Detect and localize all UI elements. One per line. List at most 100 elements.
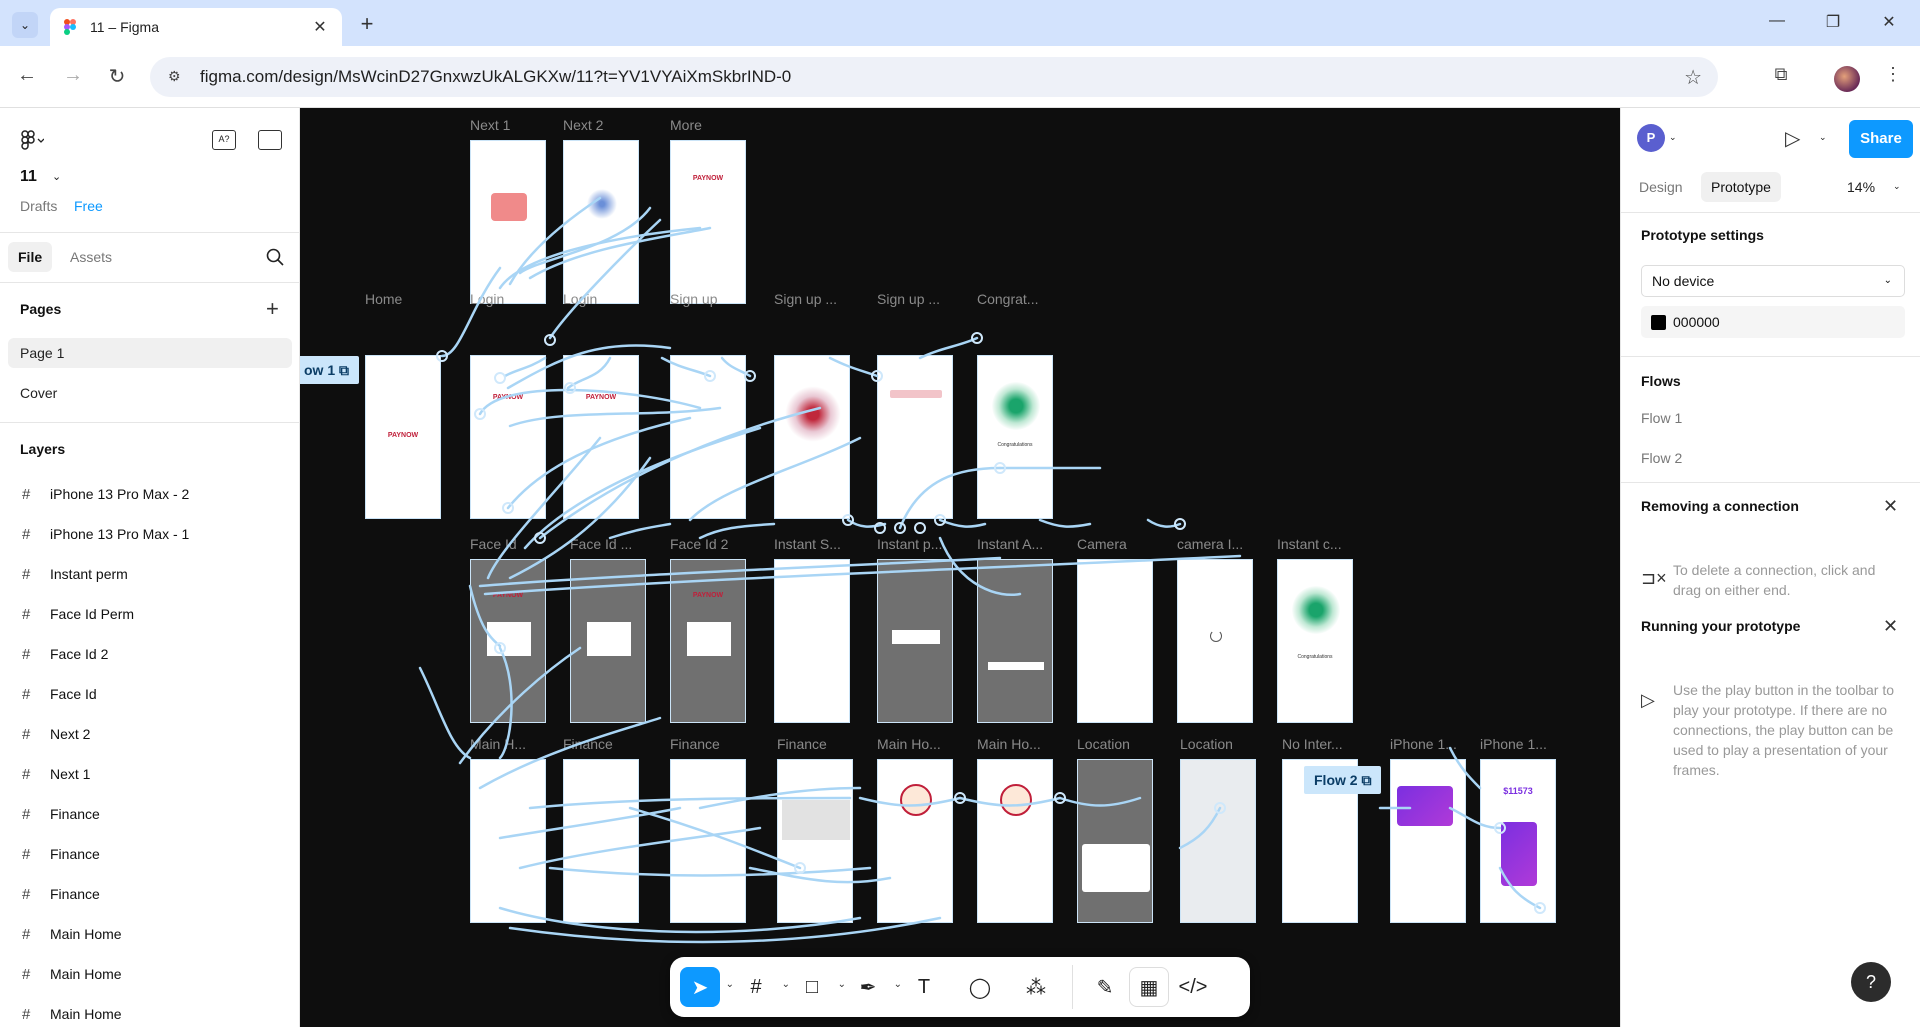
frame-label[interactable]: Location [1077, 736, 1130, 752]
layer-item[interactable]: # Next 2 [0, 714, 300, 754]
background-color-field[interactable]: 000000 [1641, 306, 1905, 338]
frame-iphone-2[interactable]: $11573 [1480, 759, 1556, 923]
layer-item[interactable]: # Finance [0, 794, 300, 834]
shape-tool-button[interactable]: □ ⌄ [792, 967, 846, 1007]
actions-button[interactable]: ⁂ [1016, 967, 1056, 1007]
tab-close-icon[interactable]: ✕ [310, 17, 330, 37]
tab-design[interactable]: Design [1629, 172, 1693, 202]
frame-face-id-perm[interactable] [570, 559, 646, 723]
layer-item[interactable]: # Finance [0, 874, 300, 914]
layer-item[interactable]: # Face Id 2 [0, 634, 300, 674]
frame-label[interactable]: Main H... [470, 736, 526, 752]
forward-icon[interactable]: → [58, 64, 88, 87]
comment-tool-button[interactable]: ◯ [960, 967, 1000, 1007]
browser-menu-icon[interactable]: ⋮ [1880, 64, 1906, 85]
frame-next-2[interactable] [563, 140, 639, 304]
flow-2-starting-point[interactable]: Flow 2 ⧉ [1304, 766, 1382, 794]
play-flow-icon[interactable]: ⧉ [1361, 772, 1371, 788]
frame-label[interactable]: Sign up ... [774, 291, 837, 307]
frame-location-map[interactable] [1180, 759, 1256, 923]
new-tab-icon[interactable]: + [354, 12, 380, 36]
frame-label[interactable]: Face Id ... [570, 536, 632, 552]
move-tool-button[interactable]: ➤ ⌄ [680, 967, 734, 1007]
tab-assets[interactable]: Assets [70, 242, 112, 272]
address-bar[interactable]: ⚙ figma.com/design/MsWcinD27GnxwzUkALGKX… [150, 57, 1718, 97]
frame-label[interactable]: Congrat... [977, 291, 1038, 307]
share-button[interactable]: Share [1849, 120, 1913, 158]
flow-item[interactable]: Flow 2 [1641, 450, 1682, 466]
tab-file[interactable]: File [8, 242, 53, 272]
layer-item[interactable]: # Instant perm [0, 554, 300, 594]
frame-label[interactable]: camera I... [1177, 536, 1243, 552]
frame-label[interactable]: Next 2 [563, 117, 603, 133]
chevron-down-icon[interactable]: ⌄ [1819, 132, 1827, 143]
dev-mode-button[interactable]: </> [1173, 967, 1213, 1007]
frame-main-home[interactable] [470, 759, 546, 923]
frame-label[interactable]: Finance [777, 736, 827, 752]
layer-item[interactable]: # Finance [0, 834, 300, 874]
chevron-down-icon[interactable]: ⌄ [726, 979, 734, 990]
layer-item[interactable]: # Next 1 [0, 754, 300, 794]
tab-prototype[interactable]: Prototype [1701, 172, 1781, 202]
frame-iphone-1[interactable] [1390, 759, 1466, 923]
frame-sign-up[interactable] [670, 355, 746, 519]
toggle-sidebar-icon[interactable] [258, 130, 282, 150]
flow-1-starting-point[interactable]: ow 1 ⧉ [300, 356, 360, 384]
frame-instant-congrats[interactable]: Congratulations [1277, 559, 1353, 723]
frame-instant-perm[interactable] [877, 559, 953, 723]
page-item-cover[interactable]: Cover [8, 378, 292, 408]
frame-camera[interactable] [1077, 559, 1153, 723]
frame-label[interactable]: Main Ho... [877, 736, 941, 752]
frame-label[interactable]: Next 1 [470, 117, 510, 133]
frame-instant-a[interactable] [977, 559, 1053, 723]
reload-icon[interactable]: ↻ [102, 64, 132, 89]
frame-label[interactable]: Location [1180, 736, 1233, 752]
color-swatch[interactable] [1651, 315, 1666, 330]
frame-label[interactable]: Sign up [670, 291, 717, 307]
figma-main-menu-icon[interactable] [20, 130, 45, 155]
chevron-down-icon[interactable]: ⌄ [894, 979, 902, 990]
frame-label[interactable]: Login [470, 291, 504, 307]
frame-label[interactable]: Camera [1077, 536, 1127, 552]
chevron-down-icon[interactable]: ⌄ [1669, 132, 1677, 143]
frame-label[interactable]: Face Id [470, 536, 517, 552]
frame-sign-up-3[interactable] [877, 355, 953, 519]
zoom-level[interactable]: 14% [1847, 172, 1875, 202]
frame-label[interactable]: Home [365, 291, 402, 307]
layer-item[interactable]: # Main Home [0, 914, 300, 954]
frame-label[interactable]: Finance [670, 736, 720, 752]
flow-item[interactable]: Flow 1 [1641, 410, 1682, 426]
frame-main-home-3[interactable] [977, 759, 1053, 923]
frame-label[interactable]: Instant c... [1277, 536, 1342, 552]
frame-camera-loading[interactable] [1177, 559, 1253, 723]
frame-tool-button[interactable]: # ⌄ [736, 967, 790, 1007]
frame-login-2[interactable]: PAYNOW [563, 355, 639, 519]
pen-tool-button[interactable]: ✒ ⌄ [848, 967, 902, 1007]
chevron-down-icon[interactable]: ⌄ [782, 979, 790, 990]
file-name[interactable]: 11 [20, 168, 37, 186]
draw-mode-button[interactable]: ✎ [1085, 967, 1125, 1007]
play-flow-icon[interactable]: ⧉ [339, 362, 349, 378]
frame-label[interactable]: Instant p... [877, 536, 942, 552]
layer-item[interactable]: # iPhone 13 Pro Max - 2 [0, 474, 300, 514]
browser-tab[interactable]: 11 – Figma ✕ [50, 8, 342, 46]
layer-item[interactable]: # Main Home [0, 954, 300, 994]
help-button[interactable]: ? [1851, 962, 1891, 1002]
frame-home[interactable]: PAYNOW [365, 355, 441, 519]
layer-item[interactable]: # Face Id [0, 674, 300, 714]
ui-text-icon[interactable]: A? [212, 130, 236, 150]
frame-label[interactable]: iPhone 1... [1480, 736, 1547, 752]
close-icon[interactable]: ✕ [1883, 496, 1898, 517]
chevron-down-icon[interactable]: ⌄ [838, 979, 846, 990]
device-select[interactable]: No device ⌄ [1641, 265, 1905, 297]
minimize-icon[interactable]: — [1762, 12, 1792, 30]
frame-more[interactable]: PAYNOW [670, 140, 746, 304]
frame-finance-1[interactable] [563, 759, 639, 923]
frame-finance-2[interactable] [670, 759, 746, 923]
frame-label[interactable]: Main Ho... [977, 736, 1041, 752]
frame-label[interactable]: Instant S... [774, 536, 841, 552]
avatar[interactable]: P [1637, 124, 1665, 152]
back-icon[interactable]: ← [12, 64, 42, 87]
text-tool-button[interactable]: T [904, 967, 944, 1007]
frame-label[interactable]: Finance [563, 736, 613, 752]
